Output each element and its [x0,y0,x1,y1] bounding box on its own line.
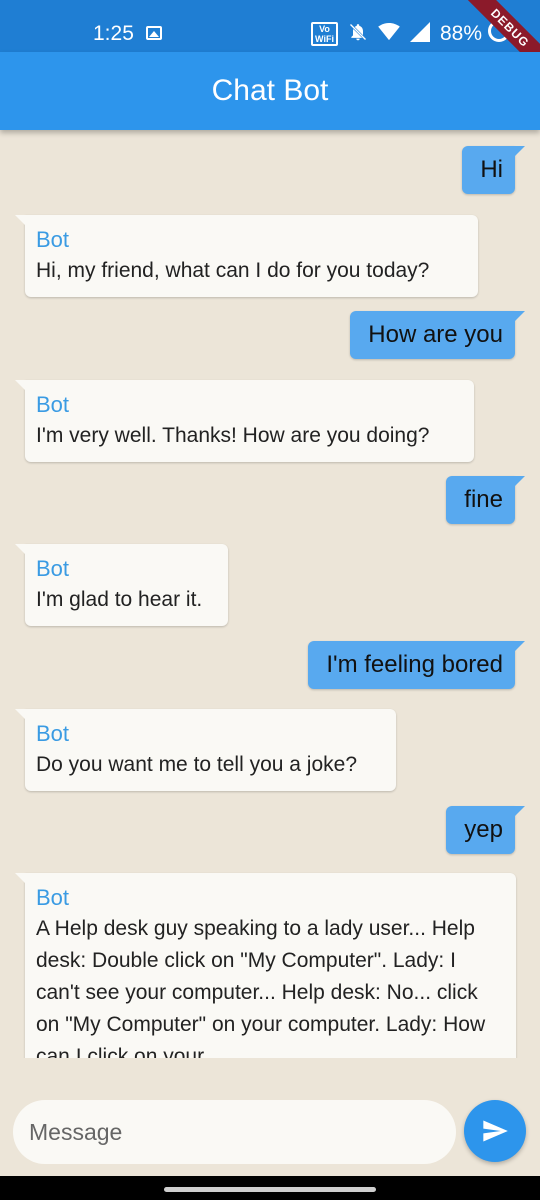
message-text: A Help desk guy speaking to a lady user.… [36,917,486,1058]
image-icon [146,26,162,40]
message-text: How are you [368,321,503,348]
user-message: Hi [462,146,525,194]
home-gesture-handle[interactable] [164,1187,376,1192]
message-text: fine [464,486,503,513]
message-text: yep [464,816,503,843]
page-title: Chat Bot [211,74,329,107]
battery-percent: 88% [439,22,482,45]
bot-message: Bot Hi, my friend, what can I do for you… [15,215,478,297]
message-text: Hi, my friend, what can I do for you tod… [36,259,430,282]
bot-message: Bot I'm very well. Thanks! How are you d… [15,380,474,462]
bot-message: Bot A Help desk guy speaking to a lady u… [15,873,516,1058]
status-icons: Vo WiFi 88% [311,22,482,46]
composer [0,1058,540,1176]
bot-name: Bot [36,227,70,252]
app-bar: Chat Bot [0,52,540,130]
bot-name: Bot [36,721,70,746]
bot-name: Bot [36,556,70,581]
user-message: yep [446,806,525,854]
bot-name: Bot [36,392,70,417]
mute-bell-icon [348,22,368,46]
system-nav-bar [0,1176,540,1200]
message-input[interactable] [13,1100,456,1164]
wifi-icon [378,23,400,45]
message-text: I'm feeling bored [326,651,503,678]
vowifi-icon: Vo WiFi [311,22,338,46]
send-icon [483,1120,508,1142]
bot-message: Bot Do you want me to tell you a joke? [15,709,396,791]
send-button[interactable] [464,1100,526,1162]
status-time: 1:25 [93,22,134,45]
chat-list[interactable]: Hi Bot Hi, my friend, what can I do for … [0,130,540,1058]
user-message: I'm feeling bored [308,641,525,689]
user-message: How are you [350,311,525,359]
user-message: fine [446,476,525,524]
signal-icon [409,22,430,46]
message-text: I'm very well. Thanks! How are you doing… [36,424,430,447]
status-bar: 1:25 Vo WiFi 88% DEBUG [0,0,540,78]
message-text: I'm glad to hear it. [36,588,203,611]
bot-name: Bot [36,885,70,910]
message-text: Hi [480,156,503,183]
message-text: Do you want me to tell you a joke? [36,753,358,776]
bot-message: Bot I'm glad to hear it. [15,544,228,626]
